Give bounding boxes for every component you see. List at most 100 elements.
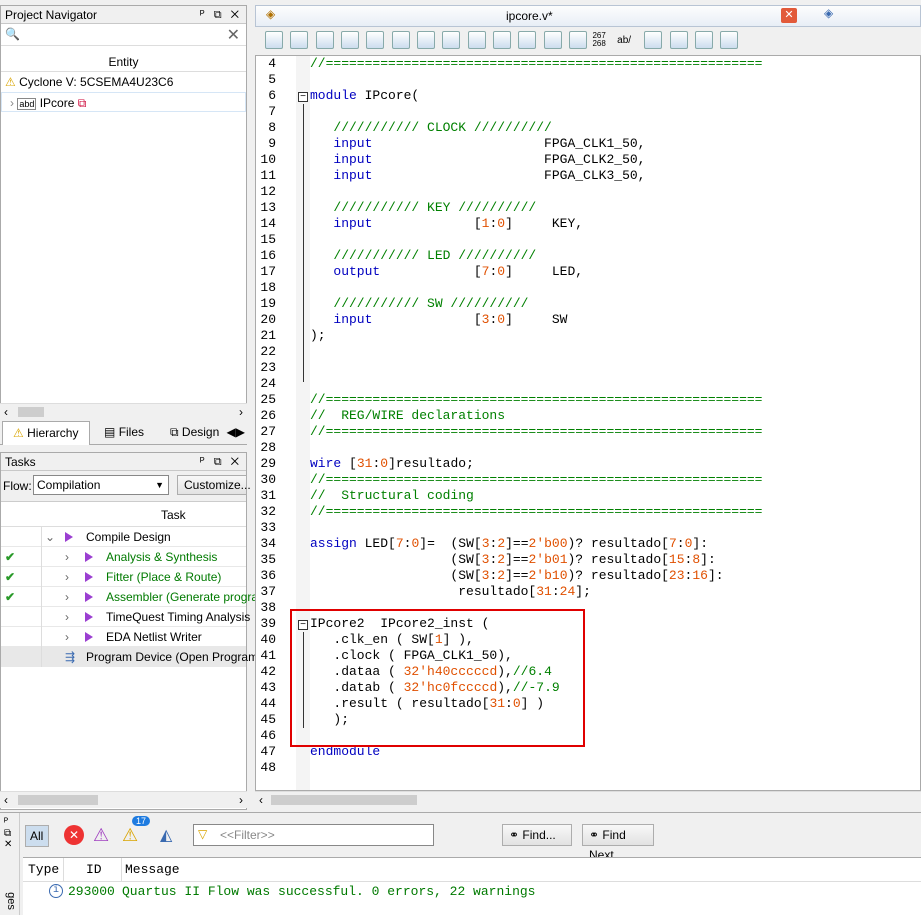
- code-line[interactable]: 39 IPcore2 IPcore2_inst (: [256, 616, 489, 632]
- code-line[interactable]: 24: [256, 376, 276, 392]
- toolbar-goto-icon[interactable]: [644, 31, 663, 49]
- scroll-thumb[interactable]: [18, 407, 44, 417]
- code-line[interactable]: 46: [256, 728, 276, 744]
- task-item[interactable]: ✔ › Analysis & Synthesis: [1, 547, 246, 567]
- toolbar-insert-template-icon[interactable]: [265, 31, 283, 49]
- code-line[interactable]: 25 //====================================…: [256, 392, 762, 408]
- flow-select[interactable]: Compilation ▼: [33, 475, 169, 495]
- code-line[interactable]: 32 //====================================…: [256, 504, 762, 520]
- toolbar-next-bookmark-icon[interactable]: [417, 31, 436, 49]
- toolbar-attach-icon[interactable]: [518, 31, 537, 49]
- code-line[interactable]: 33: [256, 520, 276, 536]
- fold-toggle-module[interactable]: −: [298, 92, 308, 102]
- toolbar-list-icon[interactable]: [669, 31, 688, 49]
- program-device-icon[interactable]: ⇶: [65, 647, 75, 667]
- run-task-icon[interactable]: [85, 612, 93, 622]
- code-line[interactable]: 35 (SW[3:2]==2'b01)? resultado[15:8]:: [256, 552, 715, 568]
- code-line[interactable]: 31 // Structural coding: [256, 488, 473, 504]
- code-line[interactable]: 16 /////////// LED //////////: [256, 248, 536, 264]
- device-row[interactable]: ⚠ Cyclone V: 5CSEMA4U23C6: [1, 72, 246, 92]
- code-line[interactable]: 43 .datab ( 32'hc0fccccd),//-7.9: [256, 680, 559, 696]
- code-line[interactable]: 30 //====================================…: [256, 472, 762, 488]
- toolbar-view-icon[interactable]: [720, 31, 739, 49]
- editor-hscrollbar[interactable]: ‹: [255, 791, 921, 808]
- scroll-left-icon[interactable]: ‹: [4, 405, 8, 419]
- code-line[interactable]: 36 (SW[3:2]==2'b10)? resultado[23:16]:: [256, 568, 723, 584]
- scroll-thumb[interactable]: [18, 795, 98, 805]
- code-line[interactable]: 37 resultado[31:24];: [256, 584, 591, 600]
- tab-design[interactable]: ⧉ Design: [170, 425, 219, 440]
- critical-warning-filter-icon[interactable]: ⚠: [93, 825, 109, 846]
- toolbar-bookmark-all-icon[interactable]: [493, 31, 512, 49]
- filter-input[interactable]: ▽ <<Filter>>: [193, 824, 434, 846]
- task-item[interactable]: ✔ › Assembler (Generate program: [1, 587, 268, 607]
- code-line[interactable]: 19 /////////// SW //////////: [256, 296, 528, 312]
- tab-files[interactable]: ▤ Files: [104, 425, 144, 439]
- toolbar-symbol-icon[interactable]: [290, 31, 309, 49]
- code-line[interactable]: 48: [256, 760, 276, 776]
- code-line[interactable]: 45 );: [256, 712, 349, 728]
- task-item[interactable]: › EDA Netlist Writer: [1, 627, 246, 647]
- task-item[interactable]: ⌄ Compile Design: [1, 527, 246, 547]
- toolbar-bracket-icon[interactable]: [315, 31, 334, 49]
- code-line[interactable]: 26 // REG/WIRE declarations: [256, 408, 505, 424]
- run-task-icon[interactable]: [85, 632, 93, 642]
- code-line[interactable]: 13 /////////// KEY //////////: [256, 200, 536, 216]
- code-line[interactable]: 15: [256, 232, 276, 248]
- suppress-filter-icon[interactable]: ◭: [160, 825, 172, 845]
- customize-button[interactable]: Customize...: [177, 475, 251, 495]
- code-line[interactable]: 14 input [1:0] KEY,: [256, 216, 583, 232]
- scroll-right-icon[interactable]: ›: [239, 405, 243, 419]
- close-tab-icon[interactable]: ✕: [781, 8, 797, 23]
- code-line[interactable]: 5: [256, 72, 276, 88]
- code-line[interactable]: 18: [256, 280, 276, 296]
- expand-chevron-icon[interactable]: ›: [65, 607, 69, 627]
- code-line[interactable]: 44 .result ( resultado[31:0] ): [256, 696, 544, 712]
- tab-hierarchy[interactable]: ⚠ Hierarchy: [2, 421, 90, 445]
- toolbar-scroll-icon[interactable]: [543, 31, 562, 49]
- toolbar-clear-bookmark-icon[interactable]: [467, 31, 486, 49]
- code-line[interactable]: 40 .clk_en ( SW[1] ),: [256, 632, 473, 648]
- run-task-icon[interactable]: [85, 552, 93, 562]
- scroll-right-icon[interactable]: ›: [239, 793, 243, 807]
- code-line[interactable]: 41 .clock ( FPGA_CLK1_50),: [256, 648, 512, 664]
- code-line[interactable]: 47 endmodule: [256, 744, 380, 760]
- code-line[interactable]: 28: [256, 440, 276, 456]
- scroll-thumb[interactable]: [271, 795, 417, 805]
- scroll-left-icon[interactable]: ‹: [4, 793, 8, 807]
- run-task-icon[interactable]: [85, 572, 93, 582]
- expand-chevron-icon[interactable]: ›: [10, 96, 14, 110]
- warning-filter-icon[interactable]: ⚠: [122, 825, 138, 846]
- code-editor[interactable]: 4 //=====================================…: [255, 55, 921, 791]
- find-button[interactable]: ⚭ Find...: [502, 824, 572, 846]
- navigator-hscrollbar[interactable]: ‹ ›: [0, 403, 247, 420]
- code-line[interactable]: 23: [256, 360, 276, 376]
- code-line[interactable]: 22: [256, 344, 276, 360]
- code-line[interactable]: 17 output [7:0] LED,: [256, 264, 583, 280]
- toolbar-list2-icon[interactable]: [695, 31, 714, 49]
- code-line[interactable]: 20 input [3:0] SW: [256, 312, 567, 328]
- expand-chevron-icon[interactable]: ›: [65, 587, 69, 607]
- top-entity-row[interactable]: › abd IPcore ⧉: [1, 92, 246, 112]
- code-line[interactable]: 11 input FPGA_CLK3_50,: [256, 168, 645, 184]
- message-row[interactable]: i 293000 Quartus II Flow was successful.…: [23, 882, 921, 902]
- code-line[interactable]: 42 .dataa ( 32'h40cccccd),//6.4: [256, 664, 551, 680]
- scroll-left-icon[interactable]: ‹: [259, 793, 263, 807]
- clear-search-icon[interactable]: ✕: [227, 25, 240, 45]
- code-line[interactable]: 7: [256, 104, 276, 120]
- panel-window-buttons[interactable]: ᴾ ⧉ ✕: [200, 6, 242, 24]
- code-line[interactable]: 21);: [256, 328, 325, 344]
- code-line[interactable]: 10 input FPGA_CLK2_50,: [256, 152, 645, 168]
- task-item[interactable]: ⇶ Program Device (Open Programme: [1, 647, 275, 667]
- col-id[interactable]: ID: [86, 858, 102, 882]
- code-line[interactable]: 12: [256, 184, 276, 200]
- expand-chevron-icon[interactable]: ›: [65, 567, 69, 587]
- code-line[interactable]: 6 module IPcore(: [256, 88, 419, 104]
- code-line[interactable]: 4 //=====================================…: [256, 56, 762, 72]
- toolbar-ab[interactable]: ab/: [617, 35, 631, 46]
- tasks-hscrollbar[interactable]: ‹ ›: [0, 791, 247, 808]
- collapse-chevron-icon[interactable]: ⌄: [45, 527, 55, 547]
- side-window-buttons[interactable]: ᴾ ⧉ ✕: [4, 817, 12, 850]
- expand-chevron-icon[interactable]: ›: [65, 547, 69, 567]
- side-tab-label[interactable]: ges: [5, 892, 17, 910]
